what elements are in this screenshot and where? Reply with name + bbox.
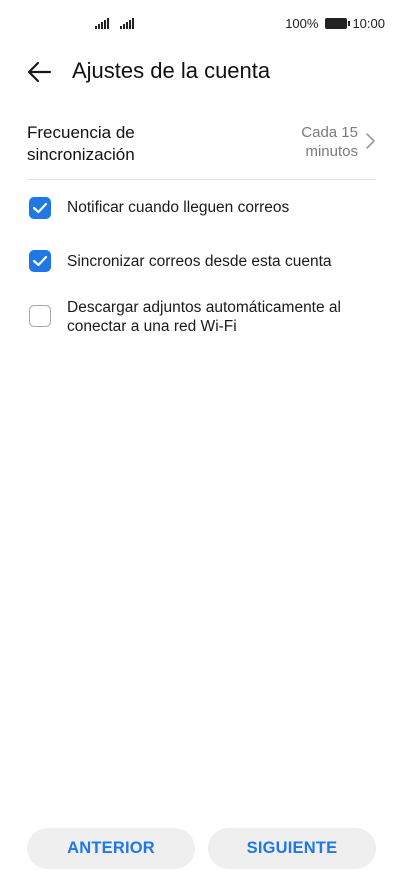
sync-frequency-label: Frecuencia de sincronización [27,123,135,164]
sync-frequency-row[interactable]: Frecuencia de sincronización Cada 15 min… [27,120,376,178]
check-icon [32,255,48,267]
attachments-checkbox[interactable] [29,305,51,327]
previous-button[interactable]: ANTERIOR [27,828,195,869]
option-notify-new-mail[interactable]: Notificar cuando lleguen correos [29,196,379,220]
sync-frequency-value: Cada 15 minutos [301,124,358,160]
sync-label: Sincronizar correos desde esta cuenta [67,253,332,270]
clock: 10:00 [352,16,385,31]
app-bar: Ajustes de la cuenta [0,48,403,96]
divider [27,179,376,180]
battery-percent: 100% [285,16,319,31]
option-download-attachments[interactable]: Descargar adjuntos automáticamente al co… [29,297,379,339]
back-button[interactable] [22,56,56,88]
signal-icon [120,17,134,29]
status-right: 100% 10:00 [285,16,385,31]
check-icon [32,202,48,214]
chevron-right-icon [366,133,375,149]
sync-checkbox[interactable] [29,250,51,272]
status-bar: 100% 10:00 [0,0,403,46]
option-sync-mail[interactable]: Sincronizar correos desde esta cuenta [29,249,379,273]
account-settings-screen: 100% 10:00 Ajustes de la cuenta Frecuenc… [0,0,403,896]
notify-label: Notificar cuando lleguen correos [67,199,290,216]
signal-icon [95,17,109,29]
arrow-left-icon [27,61,52,83]
notify-checkbox[interactable] [29,197,51,219]
attachments-label: Descargar adjuntos automáticamente al co… [67,299,341,335]
battery-icon [325,18,351,29]
page-title: Ajustes de la cuenta [72,58,271,83]
next-button[interactable]: SIGUIENTE [208,828,376,869]
